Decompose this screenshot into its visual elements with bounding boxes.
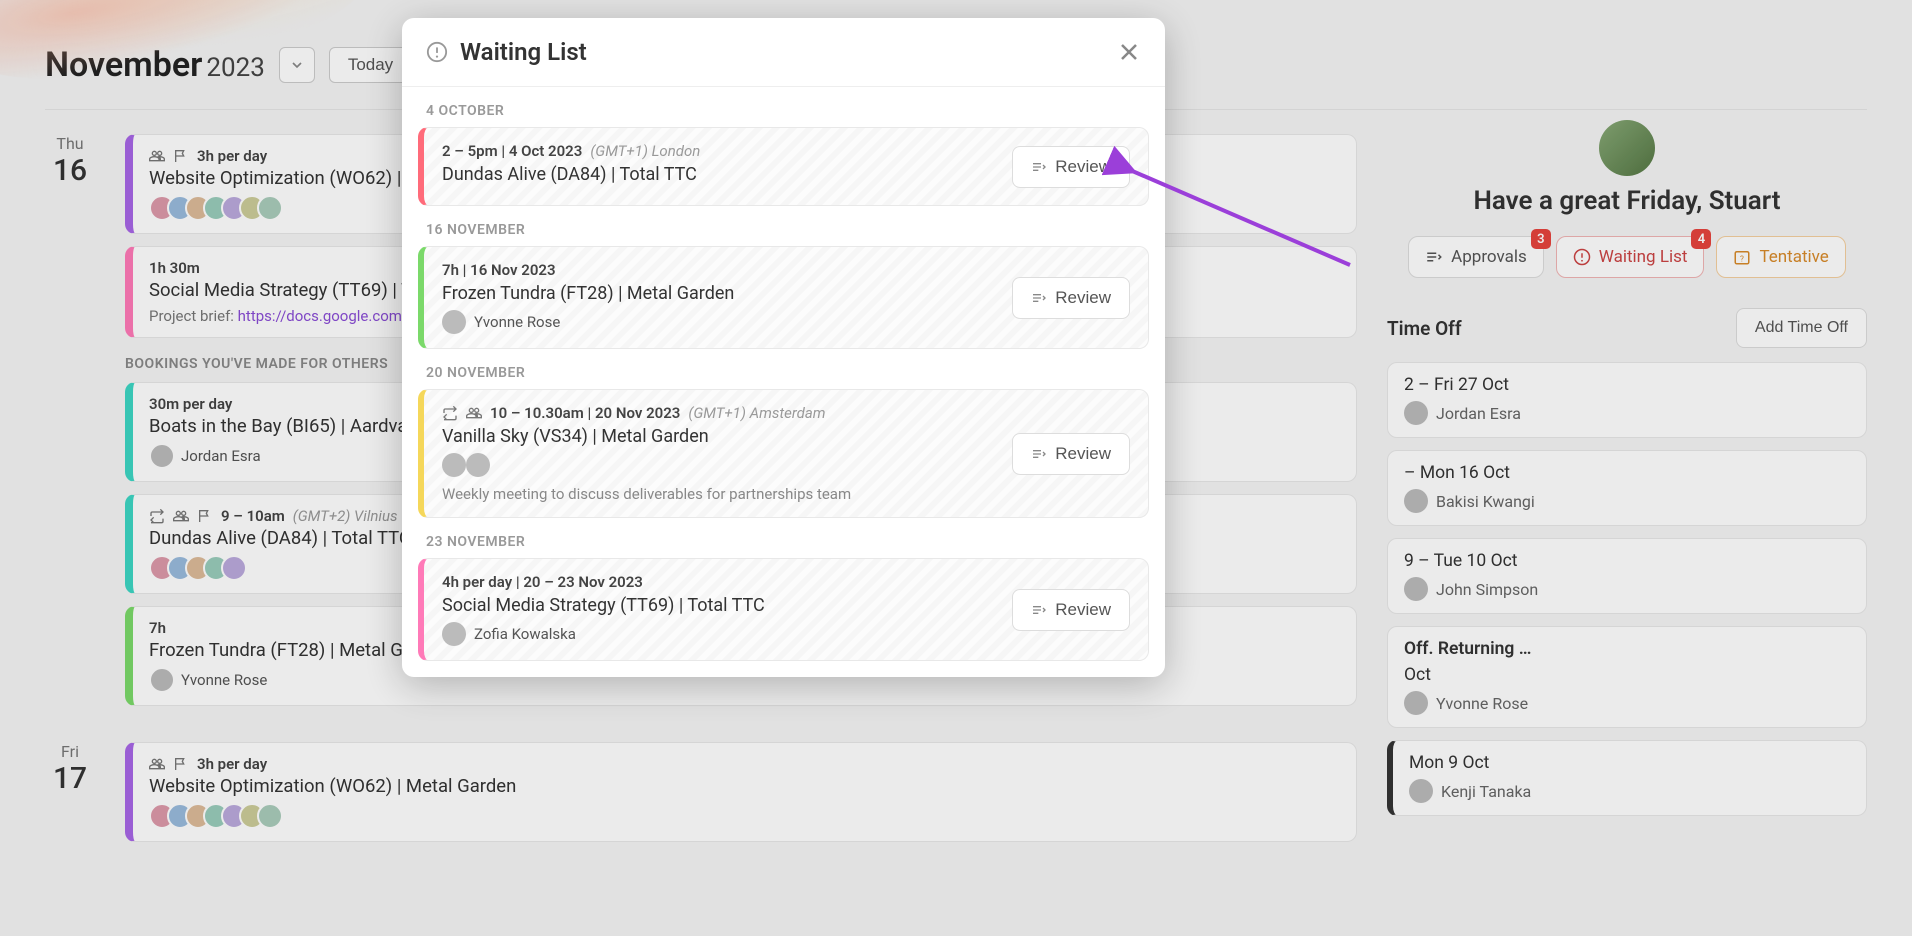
person-name: Yvonne Rose	[474, 313, 560, 331]
review-button[interactable]: Review	[1012, 589, 1130, 631]
waiting-item[interactable]: 4h per day | 20 – 23 Nov 2023 Social Medi…	[418, 558, 1149, 661]
modal-group-label: 4 OCTOBER	[402, 87, 1165, 127]
review-button[interactable]: Review	[1012, 433, 1130, 475]
review-icon	[1031, 602, 1047, 618]
modal-group-label: 23 NOVEMBER	[402, 518, 1165, 558]
item-title: Frozen Tundra (FT28) | Metal Garden	[442, 283, 996, 304]
review-button[interactable]: Review	[1012, 277, 1130, 319]
item-meta: 2 – 5pm | 4 Oct 2023	[442, 142, 582, 160]
avatar	[442, 453, 466, 477]
waiting-list-modal: Waiting List 4 OCTOBER2 – 5pm | 4 Oct 20…	[402, 18, 1165, 677]
waiting-item[interactable]: 10 – 10.30am | 20 Nov 2023 (GMT+1) Amster…	[418, 389, 1149, 518]
item-title: Social Media Strategy (TT69) | Total TTC	[442, 595, 996, 616]
alert-icon	[426, 41, 448, 63]
avatar	[442, 310, 466, 334]
close-button[interactable]	[1117, 40, 1141, 64]
avatar	[466, 453, 490, 477]
item-meta: 4h per day | 20 – 23 Nov 2023	[442, 573, 643, 591]
review-icon	[1031, 290, 1047, 306]
timezone: (GMT+1) London	[590, 142, 700, 160]
item-title: Vanilla Sky (VS34) | Metal Garden	[442, 426, 996, 447]
review-icon	[1031, 446, 1047, 462]
item-meta: 10 – 10.30am | 20 Nov 2023	[490, 404, 680, 422]
review-button[interactable]: Review	[1012, 146, 1130, 188]
repeat-icon	[442, 405, 458, 421]
modal-group-label: 20 NOVEMBER	[402, 349, 1165, 389]
timezone: (GMT+1) Amsterdam	[688, 404, 825, 422]
person-name: Zofia Kowalska	[474, 625, 576, 643]
item-meta: 7h | 16 Nov 2023	[442, 261, 556, 279]
waiting-item[interactable]: 7h | 16 Nov 2023 Frozen Tundra (FT28) | M…	[418, 246, 1149, 349]
item-title: Dundas Alive (DA84) | Total TTC	[442, 164, 996, 185]
waiting-item[interactable]: 2 – 5pm | 4 Oct 2023 (GMT+1) London Dundas…	[418, 127, 1149, 206]
review-icon	[1031, 159, 1047, 175]
avatar	[442, 622, 466, 646]
item-note: Weekly meeting to discuss deliverables f…	[442, 485, 996, 503]
modal-title: Waiting List	[460, 38, 587, 66]
people-icon	[466, 405, 482, 421]
modal-group-label: 16 NOVEMBER	[402, 206, 1165, 246]
